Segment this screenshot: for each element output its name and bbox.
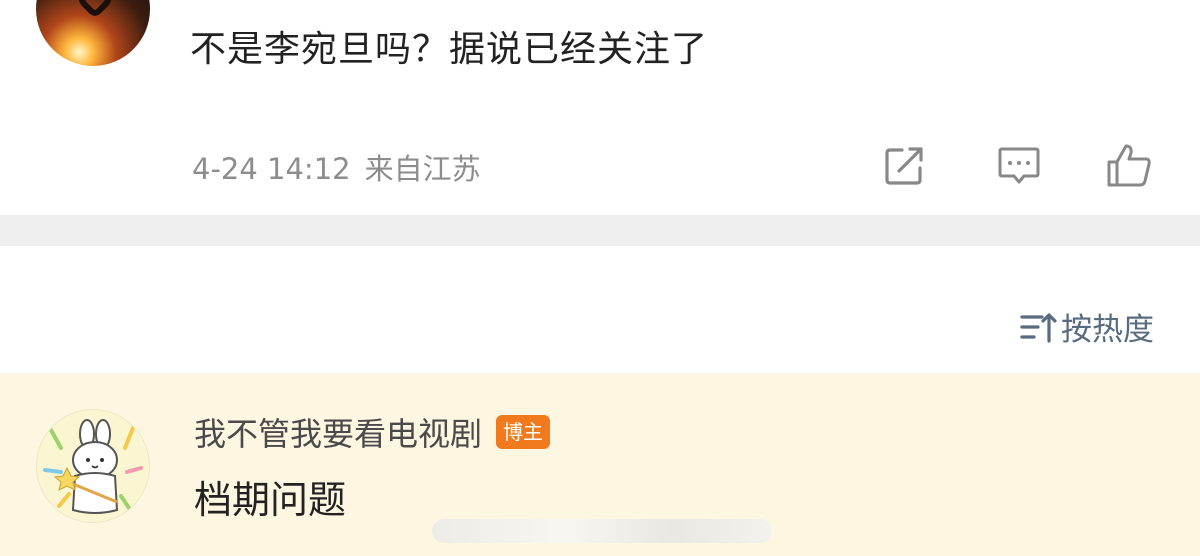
heart-gesture-icon [70, 0, 120, 20]
like-button[interactable] [1104, 140, 1154, 190]
like-icon [1107, 144, 1151, 187]
commenter-name[interactable]: 我不管我要看电视剧 博主 [194, 409, 551, 455]
blogger-badge: 博主 [496, 415, 551, 449]
sort-label: 按热度 [1061, 312, 1154, 348]
sort-icon [1019, 308, 1057, 346]
section-separator [0, 215, 1200, 246]
comment-button[interactable] [994, 140, 1044, 190]
loading-placeholder [432, 519, 772, 543]
post-date: 4-24 14:12 [192, 152, 351, 186]
bunny-icon [43, 419, 143, 514]
post-text: 不是李宛旦吗？据说已经关注了 [190, 29, 709, 70]
share-button[interactable] [880, 140, 930, 190]
commenter-username: 我不管我要看电视剧 [194, 415, 483, 453]
sort-toggle[interactable]: 按热度 [1019, 304, 1154, 349]
comment-item: 我不管我要看电视剧 博主 档期问题 [0, 373, 1200, 556]
post-card: 不是李宛旦吗？据说已经关注了 4-24 14:12 来自江苏 [0, 0, 1200, 215]
comment-text: 档期问题 [194, 478, 347, 522]
post-location: 来自江苏 [364, 152, 481, 186]
avatar[interactable] [36, 0, 150, 66]
comment-icon [998, 147, 1040, 184]
commenter-avatar[interactable] [36, 409, 150, 523]
post-meta: 4-24 14:12 来自江苏 [192, 146, 481, 188]
share-icon [885, 147, 923, 185]
